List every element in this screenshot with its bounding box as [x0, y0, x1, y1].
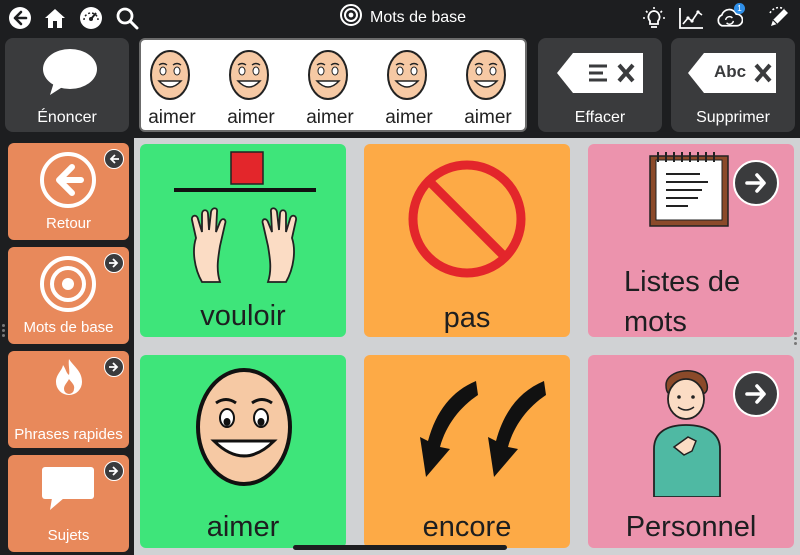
message-bar[interactable]: aimer aimer aimer aimer aimer: [139, 38, 527, 132]
message-word-label: aimer: [227, 107, 275, 128]
happy-face-icon: [150, 50, 190, 100]
sidebar-item-label: Retour: [45, 215, 92, 232]
message-word[interactable]: aimer: [141, 43, 207, 130]
cell-label: aimer: [206, 511, 280, 543]
happy-face-icon: [466, 50, 506, 100]
backspace-icon: Abc: [686, 51, 780, 100]
message-word-label: aimer: [385, 107, 433, 128]
sidebar-item-label: Mots de base: [23, 319, 114, 336]
cell-aimer[interactable]: aimer: [140, 355, 346, 548]
happy-face-icon: [196, 368, 292, 486]
delete-button[interactable]: Abc Supprimer: [671, 38, 795, 132]
forward-badge-icon: [104, 357, 124, 377]
forward-badge-icon: [104, 461, 124, 481]
speak-button[interactable]: Énoncer: [5, 38, 129, 132]
happy-face-icon: [387, 50, 427, 100]
person-icon: [653, 370, 721, 497]
happy-face-icon: [308, 50, 348, 100]
repeat-arrows-icon: [420, 381, 546, 477]
forward-badge-icon: [104, 253, 124, 273]
cell-label-line1: Listes de: [624, 266, 741, 298]
main-grid: vouloir pas Listes de mots aimer encore …: [134, 138, 800, 555]
message-word[interactable]: aimer: [295, 43, 365, 130]
want-icon: [174, 151, 316, 283]
lightbulb-icon[interactable]: [640, 4, 667, 31]
cell-label: Listes de mots: [624, 262, 794, 342]
cell-listes-de-mots[interactable]: Listes de mots: [588, 144, 794, 338]
search-icon[interactable]: [113, 4, 140, 31]
resize-handle-right[interactable]: [794, 330, 798, 347]
page-title: Mots de base: [340, 4, 466, 31]
sidebar-item-label: Sujets: [47, 527, 90, 544]
speech-bubble-icon: [42, 48, 98, 101]
cell-pas[interactable]: pas: [364, 144, 570, 337]
page-title-text: Mots de base: [370, 8, 467, 26]
sidebar-item-retour[interactable]: Retour: [8, 143, 129, 240]
cell-label: encore: [422, 511, 512, 543]
cell-label: pas: [443, 302, 491, 334]
clear-button[interactable]: Effacer: [538, 38, 662, 132]
sidebar-item-label: Phrases rapides: [14, 426, 123, 443]
cell-label-line2: mots: [624, 306, 687, 338]
sidebar-item-phrases-rapides[interactable]: Phrases rapides: [8, 351, 129, 448]
target-icon: [340, 4, 362, 31]
speak-label: Énoncer: [37, 109, 97, 126]
clear-label: Effacer: [574, 109, 626, 126]
flame-icon: [52, 357, 86, 401]
message-word-label: aimer: [464, 107, 512, 128]
edit-icon[interactable]: [765, 4, 792, 31]
sidebar-item-sujets[interactable]: Sujets: [8, 455, 129, 552]
dashboard-icon[interactable]: [77, 4, 104, 31]
cell-label: vouloir: [200, 300, 286, 332]
resize-handle-left[interactable]: [2, 322, 6, 339]
back-icon[interactable]: [6, 4, 33, 31]
cell-personnel[interactable]: Personnel: [588, 355, 794, 548]
forward-arrow-icon: [733, 160, 779, 206]
sync-icon[interactable]: 1: [716, 3, 745, 31]
prohibited-icon: [408, 160, 526, 278]
cell-encore[interactable]: encore: [364, 355, 570, 548]
cell-vouloir[interactable]: vouloir: [140, 144, 346, 337]
clear-icon: [555, 51, 647, 100]
forward-arrow-icon: [733, 371, 779, 417]
target-icon: [39, 255, 97, 317]
happy-face-icon: [229, 50, 269, 100]
chat-bubble-icon: [40, 465, 96, 515]
message-word[interactable]: aimer: [216, 43, 286, 130]
sidebar: Retour Mots de base Phrases rapides Suje…: [0, 138, 134, 555]
message-word-label: aimer: [306, 107, 354, 128]
message-word[interactable]: aimer: [453, 43, 523, 130]
back-badge-icon: [104, 149, 124, 169]
top-bar: Mots de base 1: [0, 0, 800, 35]
home-indicator[interactable]: [293, 545, 507, 550]
notepad-icon: [649, 152, 729, 227]
delete-label: Supprimer: [696, 109, 770, 126]
cell-label: Personnel: [625, 511, 757, 543]
home-icon[interactable]: [41, 4, 68, 31]
sync-badge: 1: [734, 3, 745, 14]
chart-icon[interactable]: [677, 4, 704, 31]
message-word[interactable]: aimer: [374, 43, 444, 130]
sidebar-item-mots-de-base[interactable]: Mots de base: [8, 247, 129, 344]
delete-icon-text: Abc: [714, 62, 747, 81]
back-arrow-icon: [39, 151, 97, 213]
